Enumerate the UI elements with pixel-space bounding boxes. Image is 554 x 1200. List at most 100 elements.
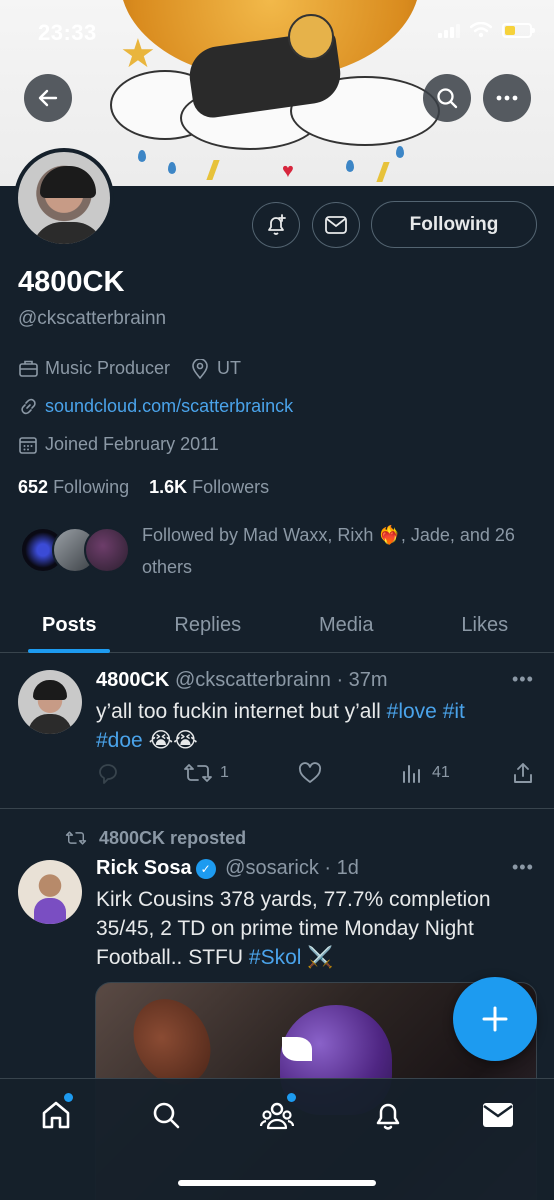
hashtag-link[interactable]: #love [387,700,437,723]
post-text: Kirk Cousins 378 yards, 77.7% completion… [96,885,536,972]
hashtag-link[interactable]: #Skol [249,946,302,969]
tab-posts[interactable]: Posts [0,598,139,652]
wifi-icon [470,22,492,38]
verified-badge-icon: ✓ [195,858,216,879]
battery-icon [502,22,535,38]
followed-by-avatars[interactable] [20,527,130,575]
views-icon [403,765,420,783]
nav-notifications[interactable] [368,1095,408,1135]
following-button[interactable]: Following [371,201,537,248]
calendar-icon [18,435,38,455]
message-button[interactable] [312,202,360,248]
post-actions: 1 41 [96,762,536,792]
banner-heart-art: ♥ [282,160,294,182]
briefcase-icon [18,359,38,379]
post-author-avatar[interactable] [18,670,82,734]
following-count: 652 [18,477,49,497]
post-emoji: ⚔️ [307,946,334,969]
banner-lightning [206,160,220,180]
post-divider [0,808,554,809]
share-icon [514,763,532,783]
notifications-button[interactable] [252,202,300,248]
reposted-by-label: 4800CK reposted [99,828,247,848]
reply-button[interactable] [96,762,128,784]
profile-website-row: soundcloud.com/scatterbrainck [18,396,293,417]
hashtag-link[interactable]: #doe [96,729,143,752]
avatar-body-shape [32,222,104,244]
post-header: Rick Sosa ✓ @sosarick · 1d [96,857,359,880]
hashtag-link[interactable]: #it [443,700,465,723]
nav-home[interactable] [36,1093,76,1135]
like-button[interactable] [298,762,330,784]
like-icon [298,762,322,783]
post-author-name[interactable]: Rick Sosa [96,857,192,879]
post-header: 4800CK @ckscatterbrainn · 37m [96,669,388,692]
search-icon [153,1102,180,1129]
followers-count-link[interactable]: 1.6K Followers [149,477,269,498]
banner-raindrop [138,150,146,162]
followers-label: Followers [192,477,270,497]
tab-likes[interactable]: Likes [416,598,554,652]
post-emoji: 😭😭 [148,729,198,752]
repost-icon [65,831,87,845]
compose-post-button[interactable] [453,977,537,1061]
tab-media[interactable]: Media [277,598,416,652]
back-arrow-icon [38,89,58,107]
profile-handle: @ckscatterbrainn [18,308,167,329]
repost-indicator[interactable]: 4800CK reposted [64,828,246,849]
search-button[interactable] [423,74,471,122]
location-pin-icon [190,358,210,379]
bell-icon [376,1103,400,1130]
status-time: 23:33 [38,20,97,45]
profile-counts: 652 Following 1.6K Followers [18,477,269,498]
banner-star-art: ★ [120,32,156,76]
post-more-button[interactable]: ••• [512,857,534,878]
post-text: y’all too fuckin internet but y’all #lov… [96,697,526,755]
avatar [84,527,130,573]
profile-joined-date: Joined February 2011 [45,434,219,454]
following-label: Following [53,477,130,497]
post-author-handle[interactable]: @ckscatterbrainn [175,669,331,691]
post-author-name[interactable]: 4800CK [96,669,169,691]
followers-count: 1.6K [149,477,188,497]
banner-lightning [376,162,390,182]
tab-replies[interactable]: Replies [139,598,278,652]
messages-icon [483,1103,513,1127]
profile-website-link[interactable]: soundcloud.com/scatterbrainck [45,396,293,417]
repost-count: 1 [220,764,229,781]
views-button[interactable]: 41 [402,762,450,784]
more-options-button[interactable] [483,74,531,122]
status-icons [438,22,535,38]
link-icon [18,397,38,417]
nav-messages[interactable] [478,1095,518,1135]
mail-icon [325,216,347,234]
profile-meta-row: Music Producer UT [18,358,241,379]
post-body: y’all too fuckin internet but y’all [96,700,387,723]
plus-icon [482,1006,508,1032]
home-indicator [178,1180,376,1186]
banner-raindrop [168,162,176,174]
profile-joined-row: Joined February 2011 [18,434,219,455]
cellular-signal-icon [438,22,460,38]
followed-by-text[interactable]: Followed by Mad Waxx, Rixh ❤️‍🔥, Jade, a… [142,519,542,583]
post-author-handle[interactable]: @sosarick [225,857,319,879]
home-icon [42,1101,70,1129]
repost-icon [184,764,212,782]
share-button[interactable] [512,762,534,784]
profile-display-name: 4800CK [18,266,125,298]
following-count-link[interactable]: 652 Following [18,477,129,498]
post-more-button[interactable]: ••• [512,669,534,690]
helmet-horn-shape [282,1037,312,1061]
more-icon [496,95,518,101]
avatar-cap-shape [40,166,96,198]
notification-add-icon [268,214,286,235]
profile-avatar[interactable] [14,148,114,248]
nav-communities[interactable] [257,1093,297,1135]
profile-location: UT [217,358,242,378]
banner-sun-face-art [288,14,334,60]
reply-icon [99,764,117,784]
nav-search[interactable] [146,1095,186,1135]
back-button[interactable] [24,74,72,122]
post-author-avatar[interactable] [18,860,82,924]
repost-button[interactable]: 1 [184,762,229,784]
